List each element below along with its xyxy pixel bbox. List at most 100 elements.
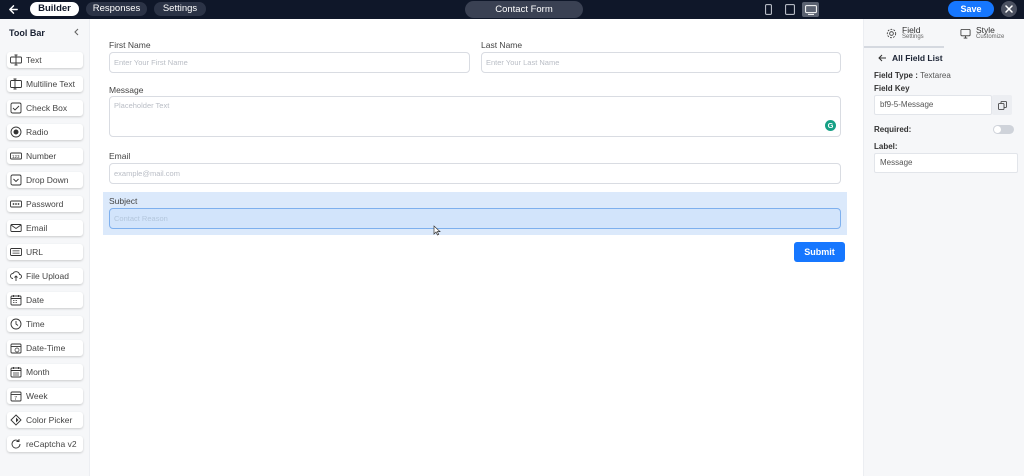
- tool-label: Date: [26, 295, 44, 305]
- tool-week[interactable]: 7 Week: [7, 388, 83, 404]
- field-type-row: Field Type : Textarea: [874, 71, 951, 80]
- tool-radio[interactable]: Radio: [7, 124, 83, 140]
- label-field-label: Label:: [874, 142, 898, 151]
- field-tab-title: Field: [902, 25, 921, 35]
- number-icon: 123: [10, 152, 22, 160]
- chevron-left-icon[interactable]: [73, 28, 80, 38]
- tool-text[interactable]: Text: [7, 52, 83, 68]
- message-textarea[interactable]: Placeholder Text: [109, 96, 841, 137]
- email-icon: [10, 224, 22, 232]
- subject-field-selected[interactable]: Subject Contact Reason: [103, 192, 847, 235]
- field-type-value: Textarea: [920, 71, 951, 80]
- tool-label: Date-Time: [26, 343, 66, 353]
- date-time-icon: [10, 343, 22, 354]
- file-upload-icon: [10, 271, 22, 281]
- tool-label: Email: [26, 223, 48, 233]
- dropdown-icon: [10, 174, 22, 186]
- tool-label: reCaptcha v2: [26, 439, 77, 449]
- grammarly-icon[interactable]: G: [825, 120, 836, 131]
- mobile-icon[interactable]: [760, 2, 777, 17]
- tool-label: Color Picker: [26, 415, 73, 425]
- last-name-input[interactable]: Enter Your Last Name: [481, 52, 841, 73]
- tool-label: Number: [26, 151, 57, 161]
- field-tab-subtitle: Settings: [902, 34, 924, 40]
- required-label: Required:: [874, 125, 912, 134]
- tool-label: Month: [26, 367, 50, 377]
- checkbox-icon: [10, 102, 22, 114]
- copy-icon[interactable]: [992, 95, 1012, 115]
- back-arrow-icon[interactable]: [6, 2, 21, 17]
- email-input[interactable]: example@mail.com: [109, 163, 841, 184]
- all-field-list-link[interactable]: All Field List: [878, 53, 943, 63]
- text-icon: [10, 54, 22, 66]
- style-tab-subtitle: Customize: [976, 34, 1005, 40]
- tool-label: Text: [26, 55, 42, 65]
- tool-number[interactable]: 123 Number: [7, 148, 83, 164]
- tool-bar: Tool Bar Text Multiline Text Check Box R…: [0, 19, 90, 476]
- tool-label: Week: [26, 391, 48, 401]
- tool-date-time[interactable]: Date-Time: [7, 340, 83, 356]
- tab-settings[interactable]: Settings: [154, 2, 206, 16]
- field-key-input[interactable]: bf9-5-Message: [874, 95, 992, 115]
- tool-color-picker[interactable]: Color Picker: [7, 412, 83, 428]
- password-icon: [10, 200, 22, 208]
- tool-recaptcha[interactable]: reCaptcha v2: [7, 436, 83, 452]
- tool-url[interactable]: URL: [7, 244, 83, 260]
- toolbar-title: Tool Bar: [9, 28, 45, 38]
- active-tab-indicator: [864, 46, 944, 48]
- svg-text:123: 123: [12, 154, 20, 159]
- tab-builder[interactable]: Builder: [30, 2, 79, 16]
- cursor-icon: [433, 225, 441, 236]
- time-icon: [10, 318, 22, 330]
- month-icon: [10, 367, 22, 378]
- tool-label: Check Box: [26, 103, 68, 113]
- first-name-input[interactable]: Enter Your First Name: [109, 52, 470, 73]
- subject-label: Subject: [109, 196, 138, 206]
- tool-label: Drop Down: [26, 175, 69, 185]
- field-key-label: Field Key: [874, 84, 910, 93]
- tool-drop-down[interactable]: Drop Down: [7, 172, 83, 188]
- arrow-left-icon: [878, 54, 886, 62]
- week-icon: 7: [10, 391, 22, 402]
- tab-style-customize[interactable]: Style Customize: [960, 26, 1004, 41]
- gear-icon: [886, 28, 897, 39]
- tool-password[interactable]: Password: [7, 196, 83, 212]
- form-title[interactable]: Contact Form: [465, 1, 583, 18]
- tool-label: Multiline Text: [26, 79, 75, 89]
- subject-input[interactable]: Contact Reason: [109, 208, 841, 229]
- tool-label: Password: [26, 199, 64, 209]
- tool-time[interactable]: Time: [7, 316, 83, 332]
- recaptcha-icon: [11, 439, 21, 449]
- tool-file-upload[interactable]: File Upload: [7, 268, 83, 284]
- email-label: Email: [109, 151, 131, 161]
- tool-month[interactable]: Month: [7, 364, 83, 380]
- tool-email[interactable]: Email: [7, 220, 83, 236]
- url-icon: [10, 248, 22, 256]
- form-canvas: First Name Enter Your First Name Last Na…: [90, 19, 863, 476]
- top-bar: Builder Responses Settings Contact Form …: [0, 0, 1024, 19]
- tool-multiline-text[interactable]: Multiline Text: [7, 76, 83, 92]
- label-input[interactable]: Message: [874, 153, 1018, 173]
- svg-text:7: 7: [14, 396, 17, 402]
- tablet-icon[interactable]: [781, 2, 798, 17]
- submit-button[interactable]: Submit: [794, 242, 845, 262]
- first-name-label: First Name: [109, 40, 151, 50]
- tool-check-box[interactable]: Check Box: [7, 100, 83, 116]
- last-name-label: Last Name: [481, 40, 523, 50]
- tab-responses[interactable]: Responses: [86, 2, 147, 16]
- tool-date[interactable]: Date: [7, 292, 83, 308]
- desktop-icon[interactable]: [802, 2, 819, 17]
- tool-label: Time: [26, 319, 45, 329]
- tab-field-settings[interactable]: Field Settings: [886, 26, 924, 41]
- tool-label: Radio: [26, 127, 49, 137]
- field-type-label: Field Type :: [874, 71, 918, 80]
- style-icon: [960, 28, 971, 39]
- required-toggle[interactable]: [993, 125, 1014, 134]
- save-button[interactable]: Save: [948, 1, 994, 17]
- style-tab-title: Style: [976, 25, 995, 35]
- all-field-list-label: All Field List: [892, 53, 943, 63]
- close-icon[interactable]: [1001, 1, 1017, 17]
- tool-label: File Upload: [26, 271, 69, 281]
- message-label: Message: [109, 85, 144, 95]
- color-picker-icon: [10, 414, 22, 426]
